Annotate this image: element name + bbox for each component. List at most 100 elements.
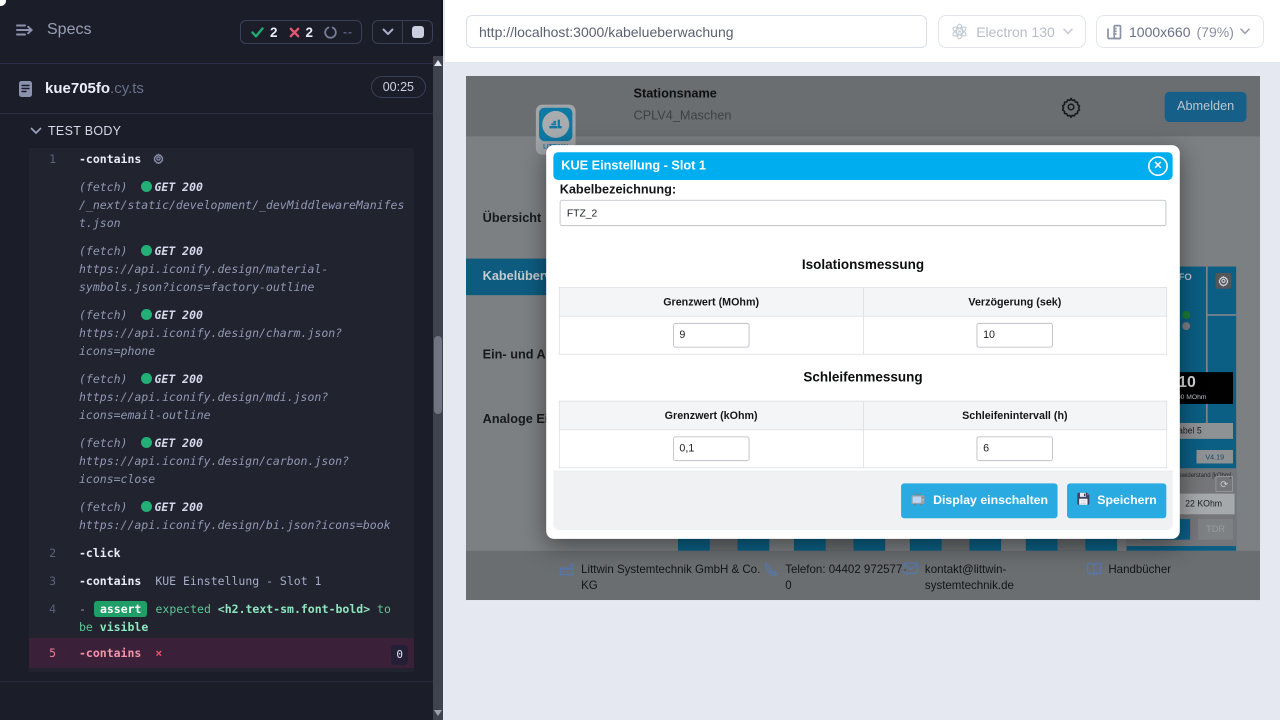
command-row[interactable]: 1-contains — [29, 150, 414, 168]
button-label: Speichern — [1097, 494, 1157, 508]
success-dot-icon — [141, 181, 152, 192]
fetch-tag: (fetch) — [79, 244, 127, 258]
tdr-button[interactable]: TDR — [1198, 519, 1233, 540]
stop-button[interactable] — [403, 21, 432, 43]
cable-name-input[interactable]: FTZ_2 — [560, 200, 1167, 226]
command-method: -contains — [79, 574, 141, 588]
runner-controls — [372, 20, 433, 44]
command-method: -contains — [79, 646, 141, 660]
failed-count: 2 — [306, 25, 314, 40]
value-input[interactable]: 6 — [977, 436, 1053, 461]
command-method: -click — [79, 546, 121, 560]
reporter-header: Specs 2 2 -- — [0, 0, 441, 63]
failed-x-icon: × — [155, 646, 162, 660]
url-bar[interactable]: http://localhost:3000/kabelueberwachung — [466, 15, 927, 48]
firmware-version: V4.19 — [1196, 450, 1233, 463]
test-body-toggle[interactable]: TEST BODY — [0, 114, 443, 148]
table-value-cell: 10 — [863, 316, 1167, 354]
settings-gear-icon[interactable] — [1060, 96, 1082, 122]
collapse-button[interactable] — [373, 21, 402, 43]
value-input[interactable]: 9 — [673, 323, 749, 348]
save-icon — [1077, 492, 1090, 509]
command-number: 3 — [29, 572, 56, 590]
company-icon — [559, 562, 575, 594]
divider — [0, 681, 443, 682]
scrollbar-thumb[interactable] — [434, 336, 442, 414]
request-url: https://api.iconify.design/charm.json?ic… — [79, 326, 342, 358]
command-message: KUE Einstellung - Slot 1 — [155, 574, 321, 588]
network-log-text: (fetch)GET 200https://api.iconify.design… — [79, 498, 407, 534]
passed-count: 2 — [270, 25, 278, 40]
fetch-tag: (fetch) — [79, 436, 127, 450]
slot-card-edge-cap — [710, 538, 738, 551]
refresh-icon: ⟳ — [1220, 479, 1228, 490]
spec-file-row[interactable]: kue705fo.cy.ts 00:25 — [0, 64, 443, 113]
footer-contact-phone: Telefon: 04402 972577-0 — [764, 562, 909, 594]
footer-contact-text: Handbücher — [1108, 562, 1260, 579]
browser-select[interactable]: Electron 130 — [938, 15, 1086, 48]
value-input[interactable]: 0,1 — [673, 436, 749, 461]
table-value-cell: 0,1 — [559, 430, 863, 468]
reporter-sidebar: Specs 2 2 -- kue70 — [0, 0, 443, 720]
failed-cross-icon — [289, 27, 300, 38]
table-value-cell: 9 — [559, 316, 863, 354]
success-dot-icon — [141, 501, 152, 512]
value-input[interactable]: 10 — [977, 323, 1053, 348]
scrollbar-up-arrow-icon[interactable] — [434, 60, 442, 66]
station-value: CPLV4_Maschen — [634, 109, 732, 123]
test-body-label: TEST BODY — [48, 124, 121, 138]
scrollbar-down-arrow-icon[interactable] — [434, 710, 442, 716]
modal-close-button[interactable]: × — [1148, 156, 1168, 176]
fetch-tag: (fetch) — [79, 372, 127, 386]
footer-contact-text: Littwin Systemtechnik GmbH & Co. KG — [581, 562, 772, 594]
network-log-text: (fetch)GET 200https://api.iconify.design… — [79, 242, 407, 296]
url-text: http://localhost:3000/kabelueberwachung — [479, 24, 734, 40]
command-row-failed[interactable]: 0 5 -contains × — [29, 638, 414, 668]
assert-badge: assert — [94, 601, 148, 617]
request-url: https://api.iconify.design/material-symb… — [79, 262, 328, 294]
command-row-assert[interactable]: 4-assertexpected <h2.text-sm.font-bold> … — [29, 600, 414, 636]
network-log-entry: (fetch)GET 200https://api.iconify.design… — [29, 434, 414, 488]
command-row[interactable]: 2-click — [29, 544, 414, 562]
reporter-scrollbar[interactable] — [433, 56, 443, 720]
pending-circle-icon — [324, 26, 337, 39]
modal-titlebar: KUE Einstellung - Slot 1 × — [553, 152, 1172, 180]
command-body: -contains — [79, 150, 407, 168]
request-url: https://api.iconify.design/carbon.json?i… — [79, 454, 349, 486]
slot-gear-button[interactable] — [1216, 273, 1232, 289]
display-on-button[interactable]: Display einschalten — [901, 483, 1057, 518]
stop-icon — [412, 26, 424, 38]
display-icon — [911, 492, 926, 509]
modal-title: KUE Einstellung - Slot 1 — [561, 159, 706, 173]
footer-contact-book[interactable]: Handbücher — [1086, 562, 1260, 579]
settings-table-2: Grenzwert (kOhm)Schleifenintervall (h)0,… — [559, 401, 1167, 468]
limit-value-field[interactable]: 22 KOhm — [1173, 494, 1235, 515]
success-dot-icon — [141, 245, 152, 256]
save-button[interactable]: Speichern — [1067, 483, 1166, 518]
slot-card-edge-cap — [826, 538, 854, 551]
slot-card-edge-cap — [1058, 538, 1086, 551]
logout-button[interactable]: Abmelden — [1165, 92, 1247, 122]
fetch-tag: (fetch) — [79, 308, 127, 322]
aut-topbar: http://localhost:3000/kabelueberwachung … — [445, 0, 1280, 63]
specs-menu-button[interactable]: Specs — [16, 21, 91, 39]
cable-name-label: Kabelbezeichnung: — [560, 183, 676, 197]
table-header-cell: Schleifenintervall (h) — [863, 401, 1167, 430]
command-row[interactable]: 3 -contains KUE Einstellung - Slot 1 — [29, 572, 414, 590]
refresh-button[interactable]: ⟳ — [1216, 476, 1233, 492]
success-dot-icon — [141, 373, 152, 384]
failed-count-badge: 0 — [391, 645, 408, 665]
chevron-down-icon — [30, 127, 42, 135]
spec-file-icon — [18, 80, 33, 98]
command-number: 5 — [29, 644, 56, 662]
slot-card-edge — [1026, 538, 1117, 551]
phone-icon — [764, 562, 779, 594]
section-title-2: Schleifenmessung — [546, 370, 1180, 386]
footer-contact-text: kontakt@littwin-systemtechnik.de — [925, 562, 1024, 594]
settings-table-1: Grenzwert (MOhm)Verzögerung (sek)910 — [559, 287, 1167, 354]
pending-count: -- — [343, 25, 353, 39]
chevron-down-icon — [1063, 28, 1073, 35]
viewport-select[interactable]: 1000x660 (79%) — [1096, 15, 1264, 48]
footer-contact-mail: kontakt@littwin-systemtechnik.de — [903, 562, 1024, 594]
gear-icon — [1218, 275, 1229, 286]
